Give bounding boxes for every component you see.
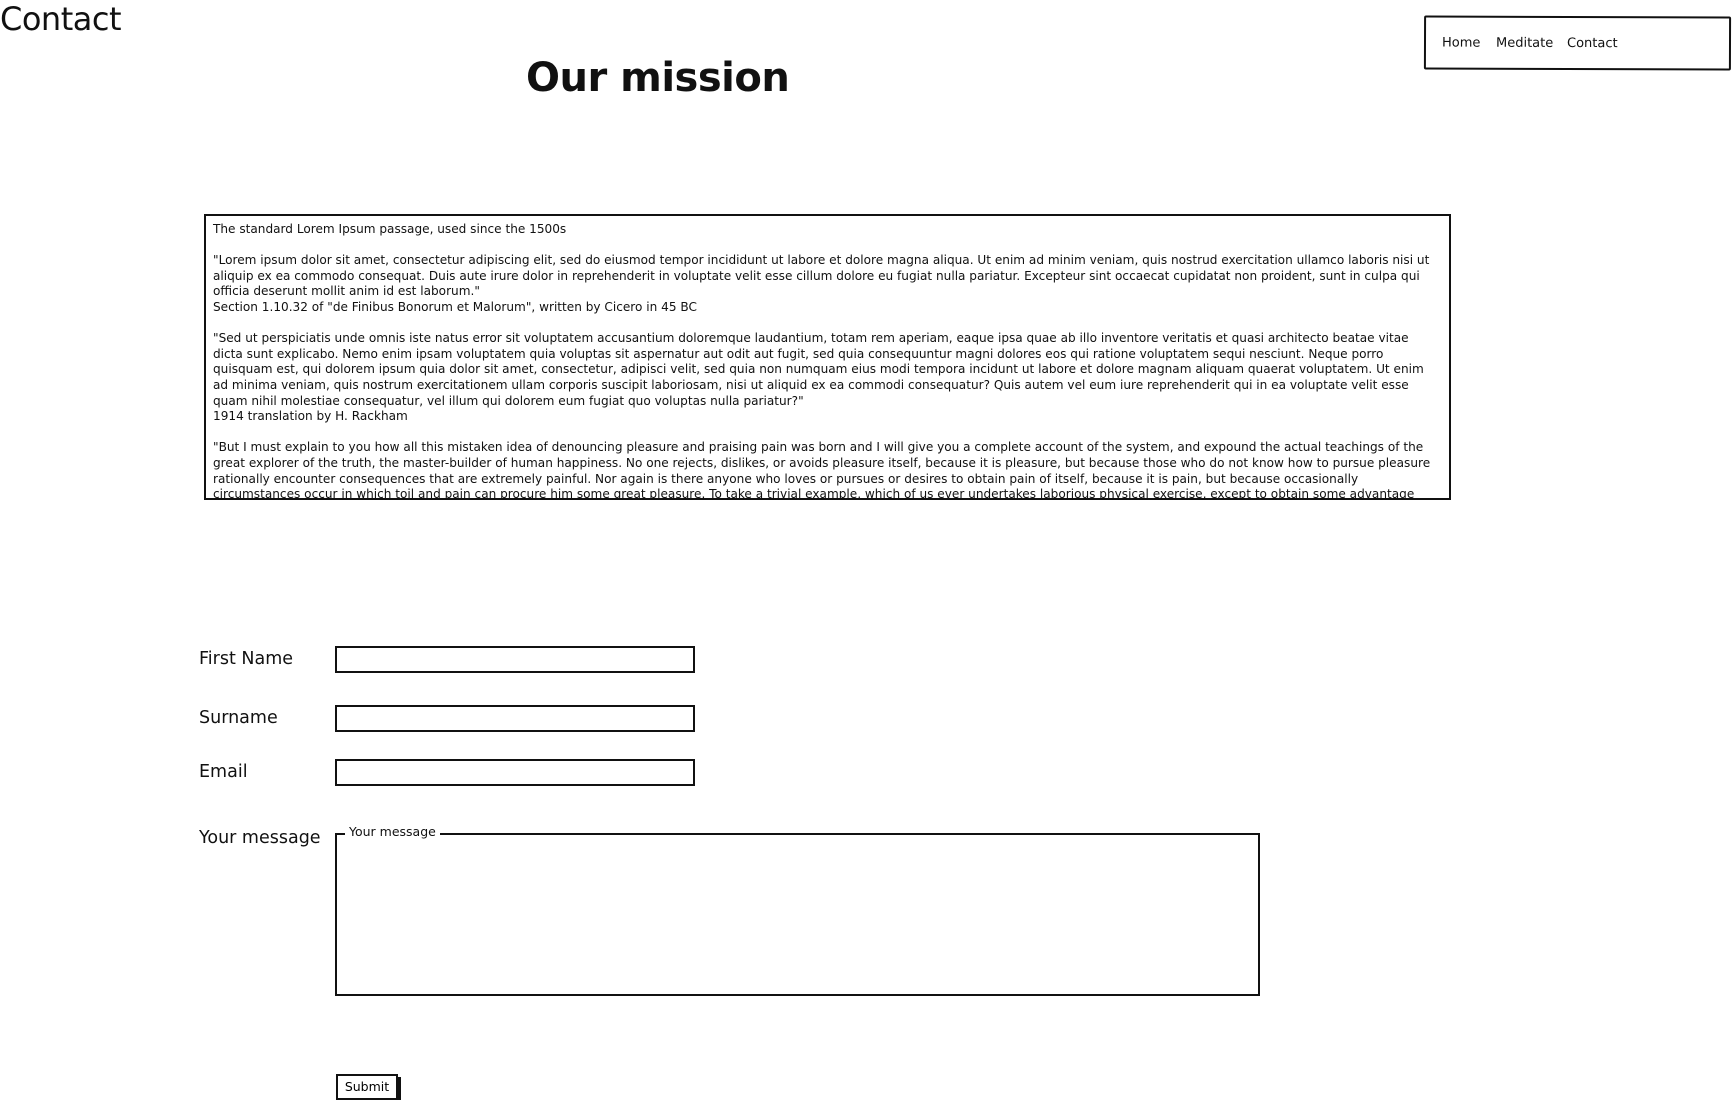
mission-paragraph: "Lorem ipsum dolor sit amet, consectetur…: [213, 253, 1430, 299]
mission-paragraph: "But I must explain to you how all this …: [213, 440, 1431, 500]
main-nav: Home Meditate Contact: [1423, 15, 1732, 71]
surname-label: Surname: [199, 708, 278, 728]
first-name-label: First Name: [199, 649, 294, 669]
mission-text-panel[interactable]: The standard Lorem Ipsum passage, used s…: [204, 214, 1451, 500]
page-title: Contact: [0, 0, 122, 38]
first-name-field[interactable]: [335, 646, 695, 673]
email-field[interactable]: [335, 759, 695, 786]
message-fieldset: Your message: [335, 824, 1260, 996]
mission-paragraph: "Sed ut perspiciatis unde omnis iste nat…: [213, 331, 1424, 408]
mission-heading: Our mission: [526, 55, 790, 101]
nav-item-meditate[interactable]: Meditate: [1496, 36, 1553, 52]
message-textarea[interactable]: [341, 845, 1256, 992]
surname-field[interactable]: [335, 705, 695, 732]
submit-button[interactable]: Submit: [336, 1074, 398, 1100]
contact-page: Contact Our mission Home Meditate Contac…: [0, 0, 1733, 1100]
message-legend: Your message: [345, 824, 440, 840]
nav-item-contact[interactable]: Contact: [1567, 36, 1618, 52]
nav-item-home[interactable]: Home: [1442, 36, 1480, 52]
mission-paragraph: The standard Lorem Ipsum passage, used s…: [213, 222, 567, 236]
mission-paragraph: Section 1.10.32 of "de Finibus Bonorum e…: [213, 299, 697, 314]
mission-paragraph: 1914 translation by H. Rackham: [213, 409, 408, 424]
email-label: Email: [199, 762, 248, 782]
message-label: Your message: [199, 828, 321, 848]
